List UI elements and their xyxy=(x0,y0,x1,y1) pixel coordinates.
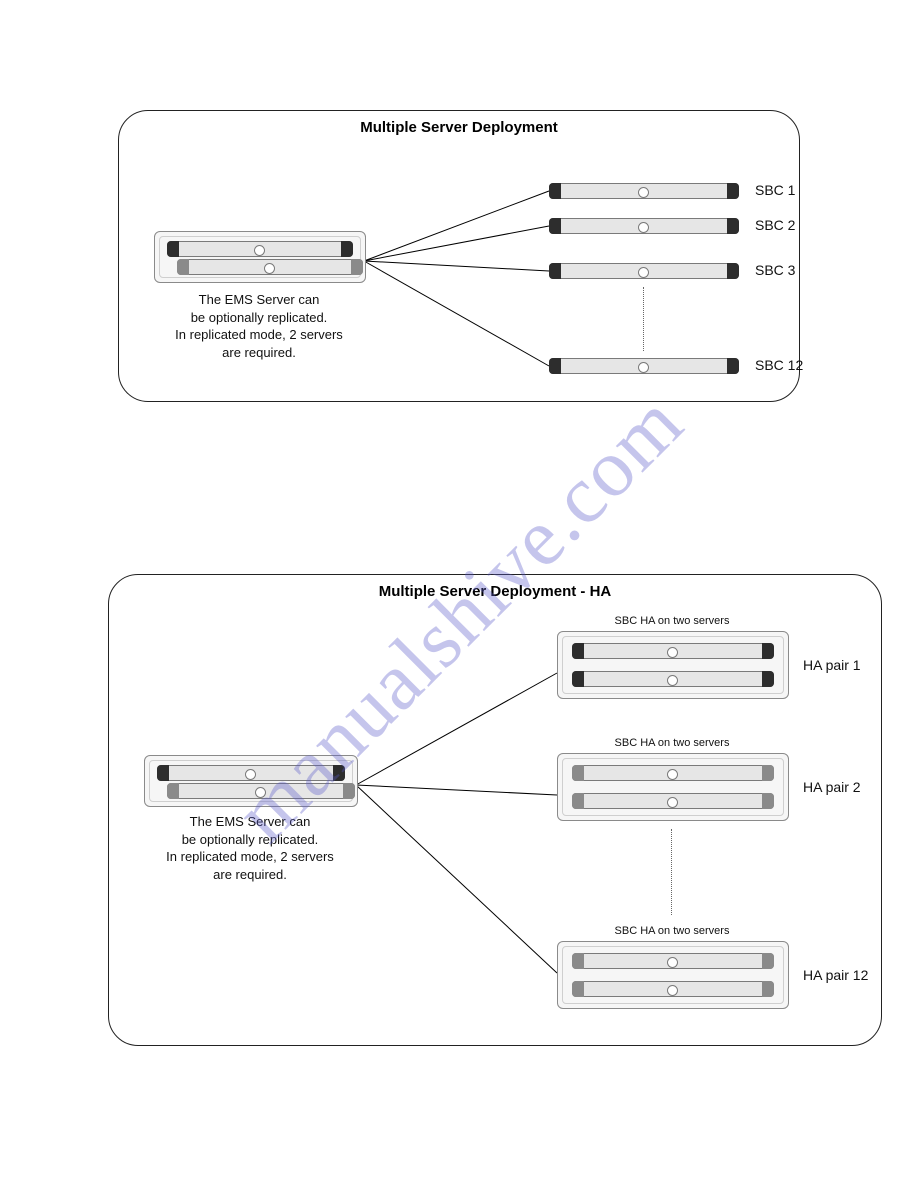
page: Multiple Server Deployment The EMS Serve… xyxy=(0,0,918,1188)
caption-line: are required. xyxy=(222,345,296,360)
sbc-label-1: SBC 1 xyxy=(755,182,795,198)
ha12-bar-b xyxy=(572,981,774,997)
ha12-bar-a xyxy=(572,953,774,969)
ha-box-12 xyxy=(557,941,789,1009)
panel-multiple-server-ha: Multiple Server Deployment - HA The EMS … xyxy=(108,574,882,1046)
ems-server-box xyxy=(154,231,366,283)
ems-server-box-ha xyxy=(144,755,358,807)
caption-line: be optionally replicated. xyxy=(191,310,328,325)
panel1-caption: The EMS Server can be optionally replica… xyxy=(154,291,364,361)
ems-bar-bottom xyxy=(177,259,363,275)
ha2-bar-a xyxy=(572,765,774,781)
ha1-bar-a xyxy=(572,643,774,659)
caption-line: The EMS Server can xyxy=(190,814,311,829)
caption-line: The EMS Server can xyxy=(199,292,320,307)
sbc-label-3: SBC 3 xyxy=(755,262,795,278)
ha-box-label-1: SBC HA on two servers xyxy=(557,615,787,627)
caption-line: are required. xyxy=(213,867,287,882)
ha-pair-label-1: HA pair 1 xyxy=(803,657,861,673)
ha-box-1 xyxy=(557,631,789,699)
ha2-bar-b xyxy=(572,793,774,809)
ha1-bar-b xyxy=(572,671,774,687)
sbc-bar-12 xyxy=(549,358,739,374)
ha-pair-label-2: HA pair 2 xyxy=(803,779,861,795)
ha-box-label-2: SBC HA on two servers xyxy=(557,737,787,749)
ems-ha-bar-top xyxy=(157,765,345,781)
caption-line: In replicated mode, 2 servers xyxy=(175,327,343,342)
ha-pair-label-12: HA pair 12 xyxy=(803,967,868,983)
sbc-bar-2 xyxy=(549,218,739,234)
panel-multiple-server: Multiple Server Deployment The EMS Serve… xyxy=(118,110,800,402)
sbc-bar-3 xyxy=(549,263,739,279)
ems-ha-bar-bottom xyxy=(167,783,355,799)
ems-bar-top xyxy=(167,241,353,257)
sbc-label-12: SBC 12 xyxy=(755,357,803,373)
ha-box-2 xyxy=(557,753,789,821)
caption-line: In replicated mode, 2 servers xyxy=(166,849,334,864)
panel2-caption: The EMS Server can be optionally replica… xyxy=(144,813,356,883)
caption-line: be optionally replicated. xyxy=(182,832,319,847)
sbc-bar-1 xyxy=(549,183,739,199)
sbc-label-2: SBC 2 xyxy=(755,217,795,233)
panel2-ellipsis xyxy=(671,829,674,915)
panel1-ellipsis xyxy=(643,287,646,351)
ha-box-label-12: SBC HA on two servers xyxy=(557,925,787,937)
